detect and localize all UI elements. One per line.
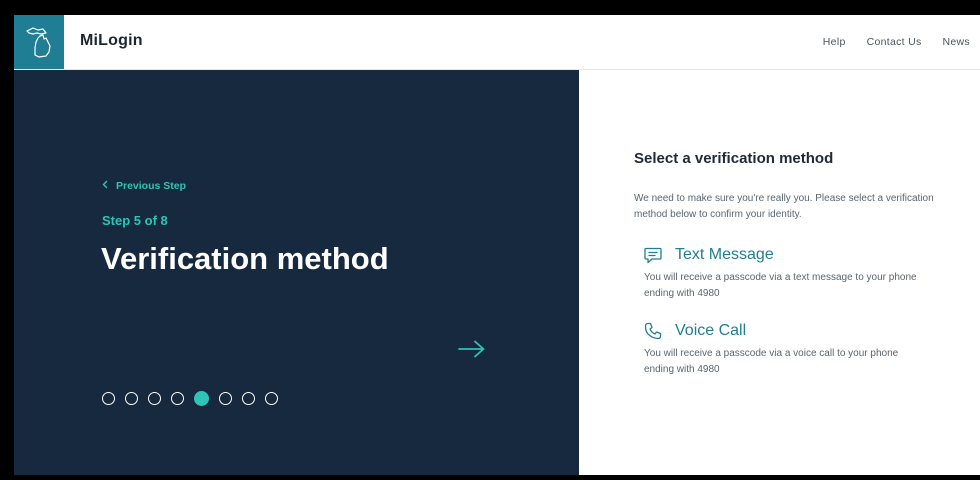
step-counter: Step 5 of 8 [102, 213, 168, 228]
previous-step-label: Previous Step [116, 180, 187, 192]
options-description: We need to make sure you're really you. … [634, 193, 934, 220]
page-frame: MiLogin Help Contact Us News Previous St… [14, 15, 980, 475]
top-header: MiLogin Help Contact Us News [14, 15, 980, 70]
previous-step-link[interactable]: Previous Step [102, 180, 186, 192]
step-dot [125, 392, 138, 405]
step-dot [219, 392, 232, 405]
voice-call-option[interactable]: Voice Call You will receive a passcode v… [644, 321, 924, 378]
text-message-description: You will receive a passcode via a text m… [644, 272, 917, 299]
text-message-option[interactable]: Text Message You will receive a passcode… [644, 245, 924, 302]
nav-contact-us-link[interactable]: Contact Us [867, 36, 922, 48]
options-title: Select a verification method [634, 150, 834, 167]
phone-icon [644, 321, 664, 341]
step-dot [102, 392, 115, 405]
step-progress-dots [102, 391, 288, 406]
step-dot [148, 392, 161, 405]
verification-options-panel: Select a verification method We need to … [579, 70, 980, 475]
top-nav: Help Contact Us News [823, 15, 980, 69]
step-dot-current [194, 391, 209, 406]
step-dot [265, 392, 278, 405]
chat-bubble-icon [644, 245, 664, 265]
nav-help-link[interactable]: Help [823, 36, 846, 48]
step-panel: Previous Step Step 5 of 8 Verification m… [14, 70, 579, 475]
step-dot [242, 392, 255, 405]
nav-news-link[interactable]: News [943, 36, 970, 48]
step-dot [171, 392, 184, 405]
voice-call-title: Voice Call [675, 322, 747, 339]
app-name: MiLogin [80, 32, 143, 49]
michigan-map-icon[interactable] [14, 15, 64, 69]
text-message-title: Text Message [675, 246, 774, 263]
voice-call-description: You will receive a passcode via a voice … [644, 348, 899, 375]
arrow-right-icon[interactable] [458, 340, 486, 363]
page-heading: Verification method [101, 241, 389, 276]
chevron-left-icon [102, 180, 108, 192]
